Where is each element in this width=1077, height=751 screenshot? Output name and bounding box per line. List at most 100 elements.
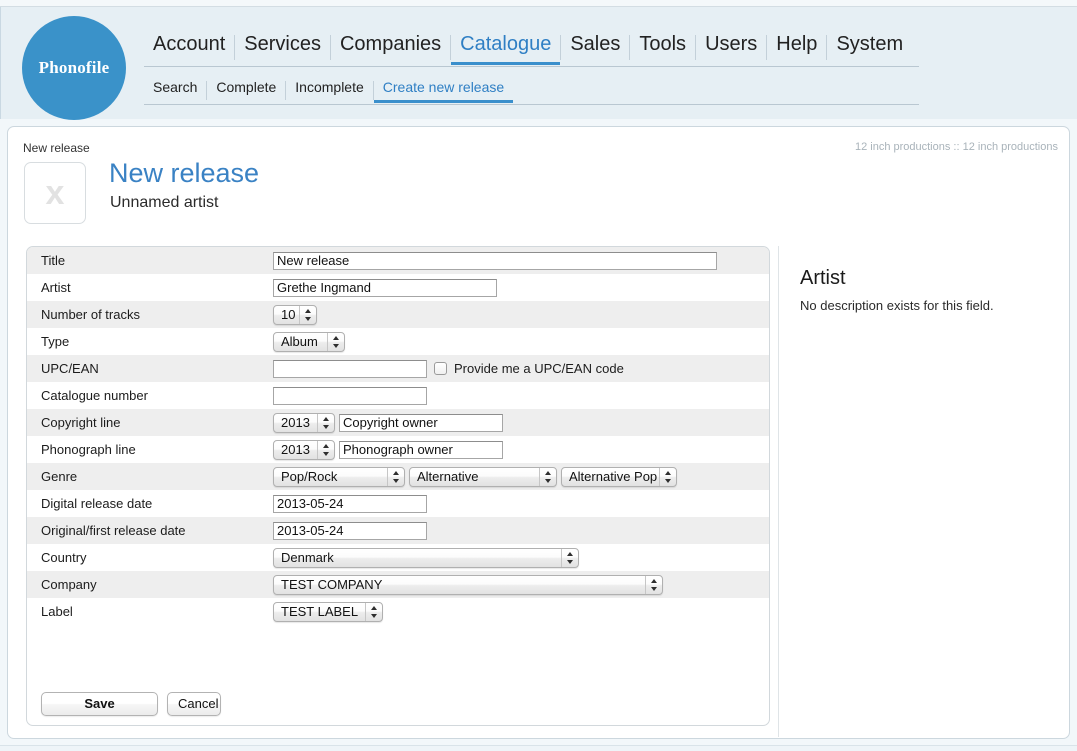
missing-cover-x-icon: x	[45, 174, 65, 212]
browser-chrome-strip	[0, 0, 1077, 7]
nav-item-sales[interactable]: Sales	[561, 31, 629, 57]
digital-release-date-input[interactable]	[273, 494, 427, 513]
label-select[interactable]: TEST LABEL	[273, 601, 383, 622]
company-value: TEST COMPANY	[281, 576, 383, 592]
phonofile-logo[interactable]: Phonofile	[22, 16, 126, 120]
form-row-original-release-date: Original/first release date	[27, 517, 769, 544]
label-title: Title	[41, 253, 66, 268]
label-digital-release-date: Digital release date	[41, 496, 153, 511]
label-type: Type	[41, 334, 70, 349]
number-of-tracks-value: 10	[281, 306, 296, 322]
label-genre: Genre	[41, 469, 78, 484]
form-row-genre: Genre Pop/Rock Alternative Alternative P…	[27, 463, 769, 490]
field-help-text: No description exists for this field.	[800, 298, 994, 313]
stepper-chevron-icon	[299, 305, 316, 324]
phonograph-year-select[interactable]: 2013	[273, 439, 335, 460]
pane-divider	[778, 246, 779, 737]
field-help-title: Artist	[800, 267, 846, 289]
subnav-item-search[interactable]: Search	[144, 78, 206, 97]
stepper-chevron-icon	[317, 413, 334, 432]
cancel-button[interactable]: Cancel	[167, 692, 221, 716]
label-artist: Artist	[41, 280, 71, 295]
label-upc-ean: UPC/EAN	[41, 361, 99, 376]
nav-item-account[interactable]: Account	[144, 31, 234, 57]
form-row-upc-ean: UPC/EAN Provide me a UPC/EAN code	[27, 355, 769, 382]
country-value: Denmark	[281, 549, 334, 565]
page-bottom-edge	[0, 745, 1077, 751]
copyright-year-value: 2013	[281, 414, 310, 430]
form-row-title: Title	[27, 247, 769, 274]
genre-level3-select[interactable]: Alternative Pop	[561, 466, 677, 487]
number-of-tracks-select[interactable]: 10	[273, 304, 317, 325]
label-value: TEST LABEL	[281, 603, 359, 619]
nav-item-tools[interactable]: Tools	[630, 31, 695, 57]
form-row-digital-release-date: Digital release date	[27, 490, 769, 517]
release-form-table: Title Artist	[27, 247, 769, 625]
subnav-item-create-new-release[interactable]: Create new release	[373, 78, 514, 103]
nav-item-catalogue[interactable]: Catalogue	[451, 31, 561, 65]
catalogue-number-input[interactable]	[273, 386, 427, 405]
copyright-owner-input[interactable]	[339, 413, 503, 432]
stepper-chevron-icon	[539, 467, 556, 486]
company-select[interactable]: TEST COMPANY	[273, 574, 663, 595]
provide-upc-checkbox[interactable]	[434, 362, 447, 375]
form-row-type: Type Album	[27, 328, 769, 355]
phonograph-owner-input[interactable]	[339, 440, 503, 459]
label-phonograph-line: Phonograph line	[41, 442, 136, 457]
copyright-year-select[interactable]: 2013	[273, 412, 335, 433]
upc-ean-input[interactable]	[273, 359, 427, 378]
nav-item-companies[interactable]: Companies	[331, 31, 450, 57]
subnav-item-incomplete[interactable]: Incomplete	[286, 78, 372, 97]
type-value: Album	[281, 333, 318, 349]
site-header: Phonofile Account Services Companies Cat…	[0, 7, 1077, 120]
type-select[interactable]: Album	[273, 331, 345, 352]
page-root: Phonofile Account Services Companies Cat…	[0, 0, 1077, 751]
stepper-chevron-icon	[645, 575, 662, 594]
provide-upc-checkbox-label[interactable]: Provide me a UPC/EAN code	[454, 361, 624, 376]
subnav-item-complete[interactable]: Complete	[207, 78, 285, 97]
stepper-chevron-icon	[387, 467, 404, 486]
form-row-number-of-tracks: Number of tracks 10	[27, 301, 769, 328]
page-subtitle-artist: Unnamed artist	[110, 194, 219, 211]
label-original-release-date: Original/first release date	[41, 523, 186, 538]
cover-art-placeholder[interactable]: x	[24, 162, 86, 224]
original-release-date-input[interactable]	[273, 521, 427, 540]
form-row-artist: Artist	[27, 274, 769, 301]
label-country: Country	[41, 550, 87, 565]
save-button[interactable]: Save	[41, 692, 158, 716]
field-help-pane: Artist No description exists for this fi…	[800, 267, 1062, 313]
stepper-chevron-icon	[365, 602, 382, 621]
genre-level2-value: Alternative	[417, 468, 479, 484]
logo-label: Phonofile	[38, 58, 110, 77]
secondary-navigation: Search Complete Incomplete Create new re…	[144, 78, 919, 105]
label-catalogue-number: Catalogue number	[41, 388, 148, 403]
page-title: New release	[109, 158, 260, 188]
content-card: New release 12 inch productions :: 12 in…	[7, 126, 1070, 739]
form-actions: Save Cancel	[41, 692, 221, 716]
stepper-chevron-icon	[561, 548, 578, 567]
form-row-country: Country Denmark	[27, 544, 769, 571]
title-input[interactable]	[273, 251, 717, 270]
form-row-company: Company TEST COMPANY	[27, 571, 769, 598]
stepper-chevron-icon	[327, 332, 344, 351]
genre-level3-value: Alternative Pop	[569, 468, 658, 484]
breadcrumb: New release	[23, 141, 90, 155]
nav-item-help[interactable]: Help	[767, 31, 826, 57]
label-company: Company	[41, 577, 97, 592]
organisation-path: 12 inch productions :: 12 inch productio…	[854, 141, 1058, 153]
nav-item-users[interactable]: Users	[696, 31, 766, 57]
nav-item-services[interactable]: Services	[235, 31, 330, 57]
phonograph-year-value: 2013	[281, 441, 310, 457]
artist-input[interactable]	[273, 278, 497, 297]
country-select[interactable]: Denmark	[273, 547, 579, 568]
form-row-catalogue-number: Catalogue number	[27, 382, 769, 409]
label-copyright-line: Copyright line	[41, 415, 121, 430]
label-label: Label	[41, 604, 73, 619]
genre-level1-select[interactable]: Pop/Rock	[273, 466, 405, 487]
primary-navigation: Account Services Companies Catalogue Sal…	[144, 31, 919, 67]
stepper-chevron-icon	[659, 467, 676, 486]
form-row-copyright-line: Copyright line 2013	[27, 409, 769, 436]
nav-item-system[interactable]: System	[827, 31, 912, 57]
genre-level2-select[interactable]: Alternative	[409, 466, 557, 487]
label-number-of-tracks: Number of tracks	[41, 307, 140, 322]
